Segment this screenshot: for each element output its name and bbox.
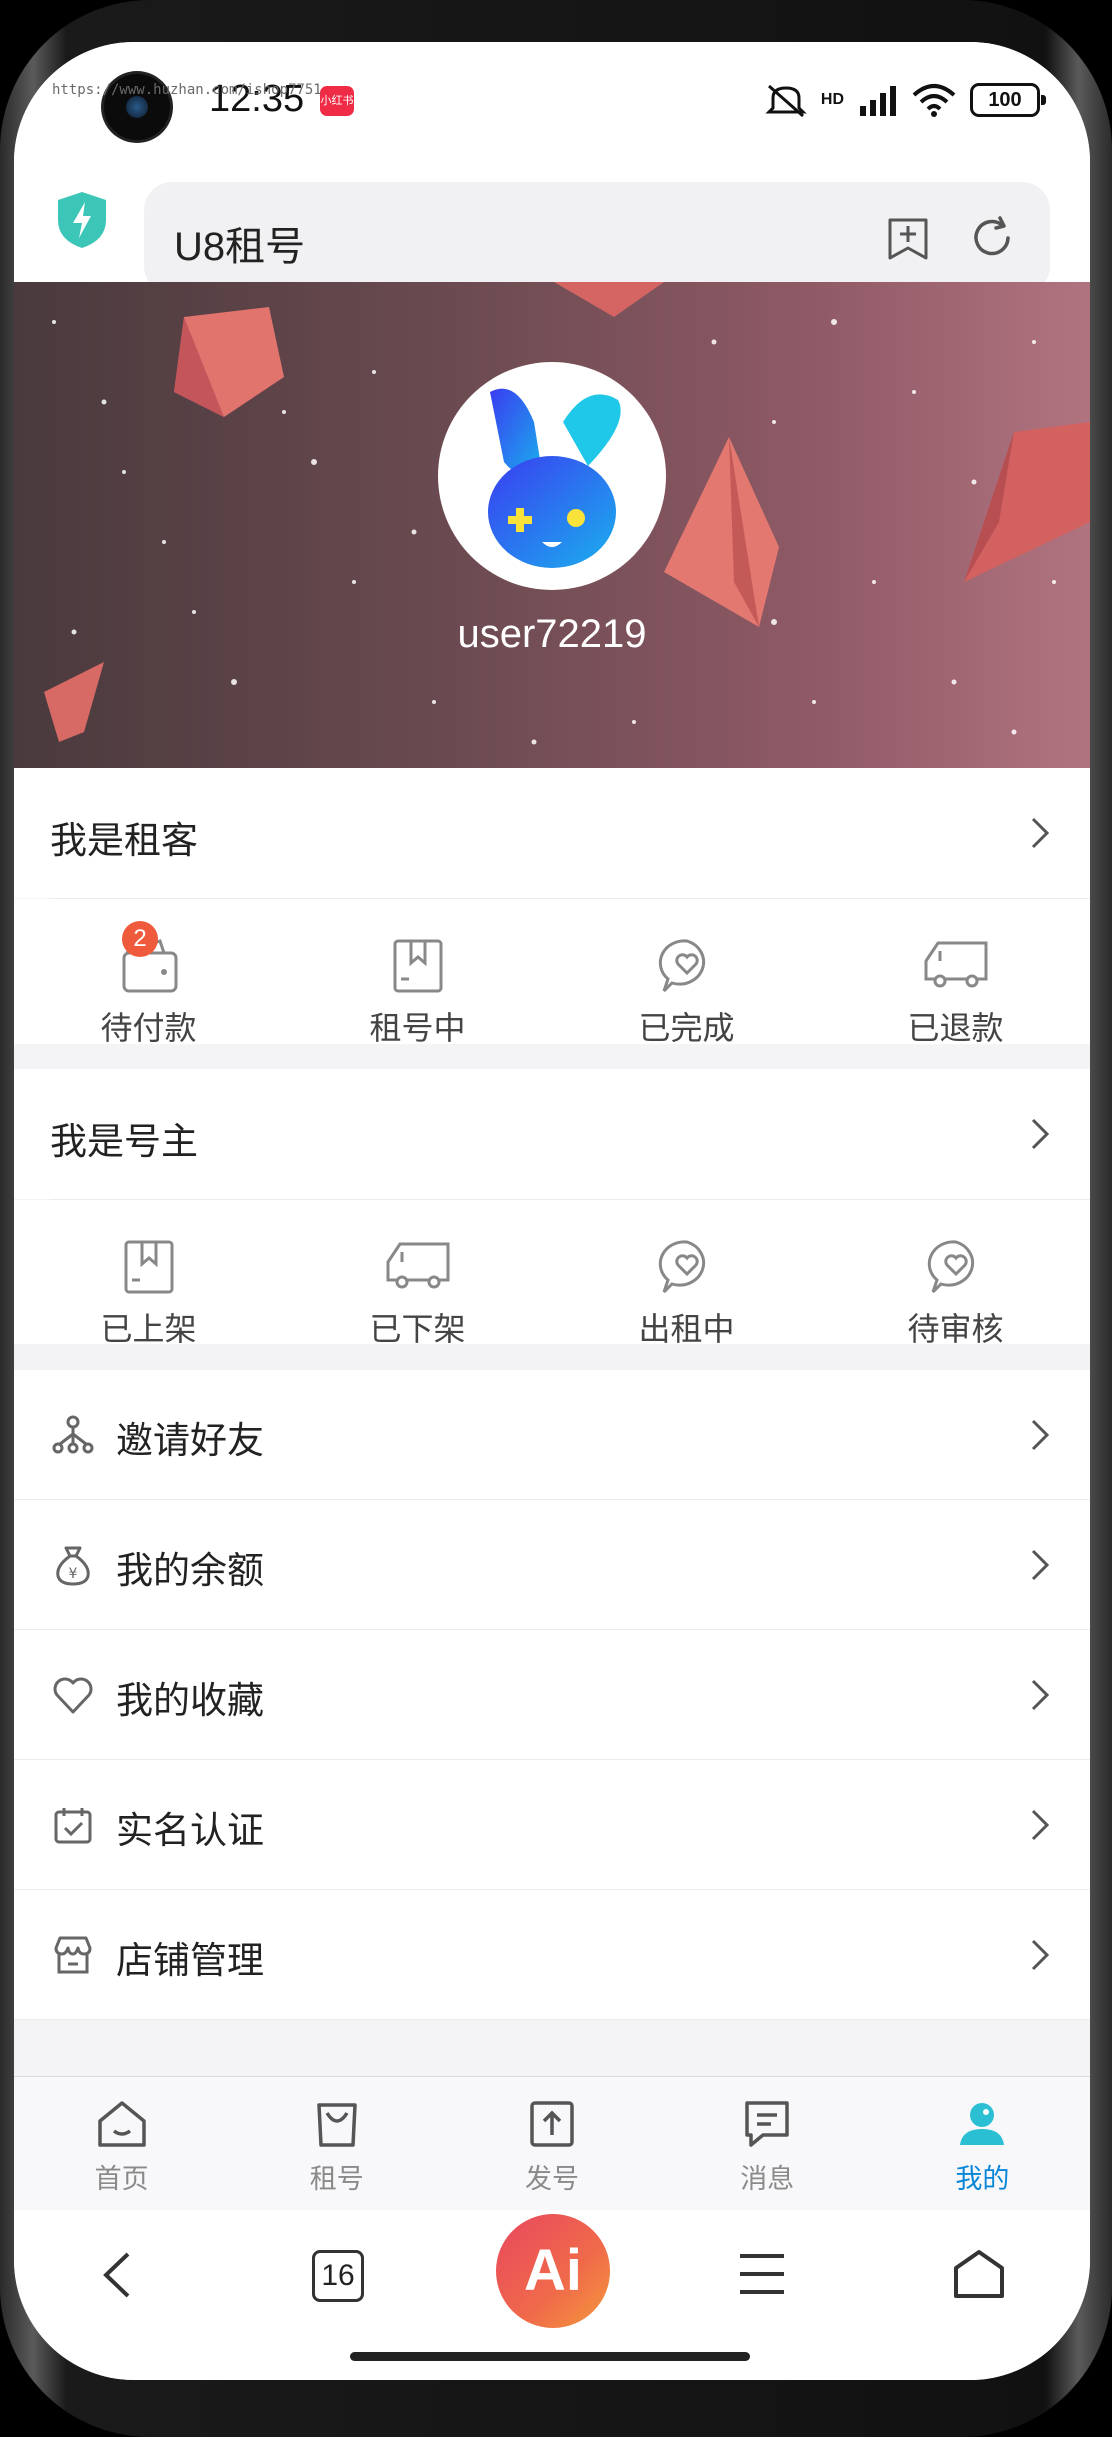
page-title: U8租号	[174, 225, 306, 269]
truck-icon	[386, 1242, 449, 1289]
ai-button[interactable]: Ai	[496, 2214, 610, 2328]
notification-app-badge: 小红书	[320, 86, 354, 116]
heart-chat-icon	[658, 1240, 705, 1294]
chevron-right-icon	[1031, 1939, 1050, 1971]
store-icon	[54, 1936, 92, 1974]
wifi-icon	[912, 84, 956, 117]
signal-icon	[860, 86, 896, 116]
phone-screen: 12:35 小红书 HD 100 U8租号 user72219 我是租客 2 待…	[14, 42, 1090, 2380]
menu-item-store[interactable]: 店铺管理	[14, 1890, 1090, 2020]
renter-renting[interactable]: 租号中	[283, 899, 552, 1046]
renter-order-grid: 2 待付款 租号中 已完成 已退款	[14, 899, 1090, 1046]
pending-count-badge: 2	[122, 921, 158, 957]
status-bar: 12:35 小红书 HD 100	[14, 42, 1090, 160]
heart-icon	[53, 1677, 93, 1714]
back-icon[interactable]	[100, 2250, 132, 2300]
menu-item-label: 我的收藏	[116, 1680, 264, 1721]
chevron-right-icon	[1031, 817, 1050, 849]
truck-icon	[924, 941, 987, 988]
renter-section-title: 我是租客	[50, 820, 198, 861]
battery-indicator: 100	[970, 83, 1046, 117]
chevron-right-icon	[1031, 1809, 1050, 1841]
menu-item-label: 邀请好友	[116, 1420, 264, 1461]
chevron-right-icon	[1031, 1419, 1050, 1451]
add-bookmark-icon[interactable]	[886, 216, 930, 262]
renter-refunded[interactable]: 已退款	[821, 899, 1090, 1046]
status-icons: HD 100	[765, 82, 1046, 118]
grid-item-label: 待付款	[100, 1010, 197, 1046]
owner-section-title: 我是号主	[50, 1121, 198, 1162]
username: user72219	[457, 612, 647, 656]
grid-item-label: 租号中	[369, 1010, 466, 1046]
calendar-check-icon	[54, 1808, 92, 1844]
tab-label: 我的	[955, 2164, 1010, 2194]
owner-order-grid: 已上架 已下架 出租中 待审核	[14, 1200, 1090, 1347]
chevron-right-icon	[1031, 1549, 1050, 1581]
tab-rent[interactable]: 租号	[229, 2077, 444, 2211]
renter-pending-payment[interactable]: 2 待付款	[14, 899, 283, 1046]
upload-icon	[530, 2101, 574, 2147]
owner-renting-out[interactable]: 出租中	[552, 1200, 821, 1347]
tab-label: 租号	[309, 2164, 364, 2194]
tab-label: 消息	[740, 2164, 795, 2194]
chevron-right-icon	[1031, 1679, 1050, 1711]
menu-icon[interactable]	[738, 2252, 786, 2296]
menu-item-label: 我的余额	[116, 1550, 264, 1591]
owner-delisted[interactable]: 已下架	[283, 1200, 552, 1347]
bookmark-icon	[393, 939, 442, 993]
menu-item-balance[interactable]: ¥ 我的余额	[14, 1500, 1090, 1630]
avatar[interactable]	[438, 362, 666, 590]
menu-item-verification[interactable]: 实名认证	[14, 1760, 1090, 1890]
home-icon[interactable]	[952, 2248, 1006, 2300]
renter-completed[interactable]: 已完成	[552, 899, 821, 1046]
tab-post[interactable]: 发号	[444, 2077, 659, 2211]
menu-item-favorites[interactable]: 我的收藏	[14, 1630, 1090, 1760]
renter-section-header[interactable]: 我是租客	[14, 768, 1090, 898]
hd-label: HD	[820, 91, 844, 108]
security-shield-icon[interactable]	[56, 190, 108, 250]
section-gap	[14, 1344, 1090, 1370]
menu-item-invite[interactable]: 邀请好友	[14, 1370, 1090, 1500]
owner-pending-review[interactable]: 待审核	[821, 1200, 1090, 1347]
tab-switcher-button[interactable]: 16	[312, 2250, 364, 2302]
menu-list: 邀请好友 ¥ 我的余额 我的收藏 实名认证 店铺管理	[14, 1370, 1090, 2020]
tab-home[interactable]: 首页	[14, 2077, 229, 2211]
bottom-tab-bar: 首页 租号 发号 消息 我的	[14, 2076, 1090, 2211]
url-field[interactable]: U8租号	[144, 182, 1050, 294]
heart-chat-icon	[658, 939, 705, 993]
grid-item-label: 已完成	[638, 1010, 735, 1046]
menu-item-label: 实名认证	[116, 1810, 264, 1851]
home-indicator[interactable]	[350, 2352, 750, 2361]
menu-item-label: 店铺管理	[116, 1940, 264, 1981]
reload-icon[interactable]	[970, 216, 1014, 260]
watermark-text: https://www.huzhan.com/ishop7751	[52, 82, 322, 98]
tab-me[interactable]: 我的	[875, 2077, 1090, 2211]
money-bag-icon: ¥	[56, 1546, 90, 1586]
rabbit-logo-icon	[488, 388, 621, 568]
mute-icon	[765, 84, 807, 118]
message-icon	[745, 2101, 789, 2147]
chevron-right-icon	[1031, 1118, 1050, 1150]
share-network-icon	[52, 1415, 94, 1454]
home-icon	[97, 2101, 146, 2147]
grid-item-label: 已退款	[907, 1010, 1004, 1046]
svg-text:¥: ¥	[69, 1566, 78, 1582]
bag-icon	[317, 2103, 357, 2147]
owner-listed[interactable]: 已上架	[14, 1200, 283, 1347]
tab-label: 首页	[94, 2164, 149, 2194]
profile-banner: user72219	[14, 282, 1090, 768]
bookmark-icon	[124, 1240, 173, 1294]
tab-label: 发号	[525, 2164, 579, 2194]
tab-messages[interactable]: 消息	[660, 2077, 875, 2211]
heart-chat-icon	[927, 1240, 974, 1294]
user-icon	[960, 2103, 1005, 2145]
owner-section-header[interactable]: 我是号主	[14, 1069, 1090, 1199]
